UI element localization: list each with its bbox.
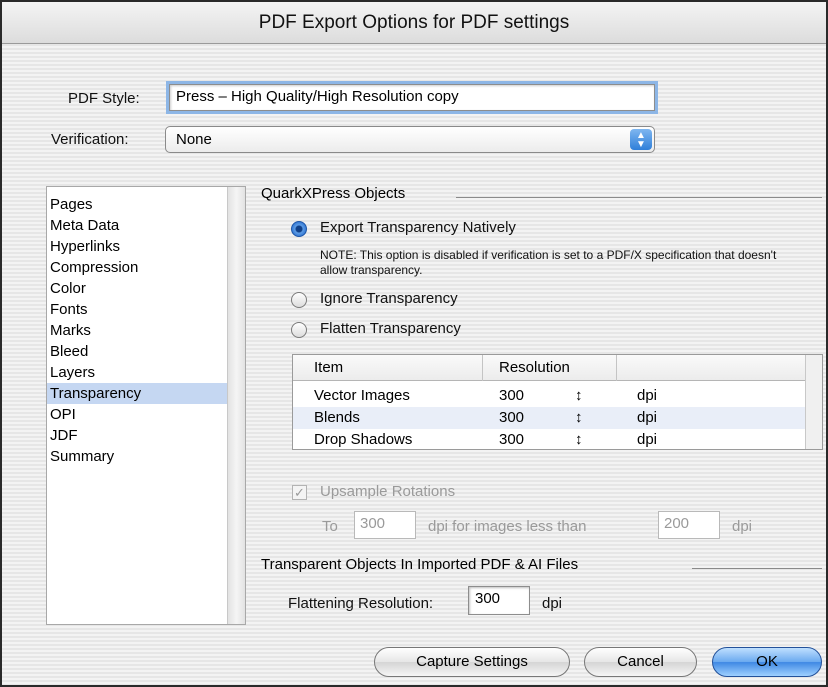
stepper-icon[interactable]: ↕ (575, 429, 583, 451)
ok-button[interactable]: OK (712, 647, 822, 677)
cancel-button[interactable]: Cancel (584, 647, 697, 677)
row-unit: dpi (637, 431, 658, 448)
stepper-icon[interactable]: ↕ (575, 385, 583, 407)
upsample-to-label: To (322, 518, 338, 535)
table-row[interactable]: Drop Shadows 300 ↕ dpi (293, 429, 805, 451)
sidebar-scrollbar[interactable] (227, 187, 245, 624)
sidebar-item-transparency[interactable]: Transparency (47, 383, 228, 404)
section-divider (692, 568, 822, 569)
upsample-middle-label: dpi for images less than (428, 518, 587, 535)
section-divider (456, 197, 822, 198)
sidebar-item-meta-data[interactable]: Meta Data (47, 215, 228, 236)
row-resolution[interactable]: 300 (499, 407, 524, 429)
row-resolution[interactable]: 300 (499, 385, 524, 407)
flattening-resolution-input[interactable]: 300 (468, 586, 530, 615)
sidebar-item-bleed[interactable]: Bleed (47, 341, 228, 362)
table-row[interactable]: Vector Images 300 ↕ dpi (293, 385, 805, 407)
column-header-resolution[interactable]: Resolution (483, 355, 617, 381)
pdf-style-input[interactable]: Press – High Quality/High Resolution cop… (169, 84, 655, 111)
flatten-transparency-label: Flatten Transparency (320, 320, 461, 337)
column-header-item[interactable]: Item (293, 355, 483, 381)
verification-label: Verification: (51, 131, 129, 148)
sidebar-item-fonts[interactable]: Fonts (47, 299, 228, 320)
sidebar-item-summary[interactable]: Summary (47, 446, 228, 467)
flatten-transparency-radio[interactable] (291, 322, 307, 338)
verification-value: None (176, 131, 212, 148)
flattening-resolution-label: Flattening Resolution: (288, 595, 434, 612)
imported-objects-title: Transparent Objects In Imported PDF & AI… (261, 556, 579, 573)
upsample-unit-label: dpi (732, 518, 753, 535)
ignore-transparency-label: Ignore Transparency (320, 290, 458, 307)
capture-settings-button[interactable]: Capture Settings (374, 647, 570, 677)
sidebar-item-jdf[interactable]: JDF (47, 425, 228, 446)
popup-arrows-icon: ▲ ▼ (630, 129, 652, 150)
row-item: Drop Shadows (314, 431, 413, 448)
quark-objects-title: QuarkXPress Objects (261, 185, 406, 202)
sidebar-item-compression[interactable]: Compression (47, 257, 228, 278)
flattening-unit-label: dpi (542, 595, 563, 612)
row-item: Blends (314, 409, 360, 426)
row-unit: dpi (637, 409, 658, 426)
sidebar-item-pages[interactable]: Pages (47, 194, 228, 215)
sidebar-item-opi[interactable]: OPI (47, 404, 228, 425)
category-list: Pages Meta Data Hyperlinks Compression C… (46, 186, 246, 625)
sidebar-item-hyperlinks[interactable]: Hyperlinks (47, 236, 228, 257)
upsample-to-input[interactable]: 300 (354, 511, 416, 539)
upsample-rotations-checkbox[interactable]: ✓ (292, 485, 307, 500)
table-header: Item Resolution (293, 355, 822, 381)
ignore-transparency-radio[interactable] (291, 292, 307, 308)
sidebar-item-color[interactable]: Color (47, 278, 228, 299)
export-natively-label: Export Transparency Natively (320, 219, 516, 236)
table-scrollbar[interactable] (805, 355, 822, 449)
sidebar-item-layers[interactable]: Layers (47, 362, 228, 383)
pdf-style-label: PDF Style: (68, 90, 140, 107)
export-natively-radio[interactable] (291, 221, 307, 237)
pdf-export-dialog: PDF Export Options for PDF settings PDF … (0, 0, 828, 687)
table-row[interactable]: Blends 300 ↕ dpi (293, 407, 805, 429)
row-unit: dpi (637, 387, 658, 404)
upsample-rotations-label: Upsample Rotations (320, 483, 456, 500)
stepper-icon[interactable]: ↕ (575, 407, 583, 429)
upsample-less-input[interactable]: 200 (658, 511, 720, 539)
row-item: Vector Images (314, 387, 410, 404)
sidebar-item-marks[interactable]: Marks (47, 320, 228, 341)
verification-popup[interactable]: None ▲ ▼ (165, 126, 655, 153)
row-resolution[interactable]: 300 (499, 429, 524, 451)
transparency-note: NOTE: This option is disabled if verific… (320, 248, 777, 277)
resolution-table: Item Resolution Vector Images 300 ↕ dpi … (292, 354, 823, 450)
window-title: PDF Export Options for PDF settings (2, 2, 826, 44)
